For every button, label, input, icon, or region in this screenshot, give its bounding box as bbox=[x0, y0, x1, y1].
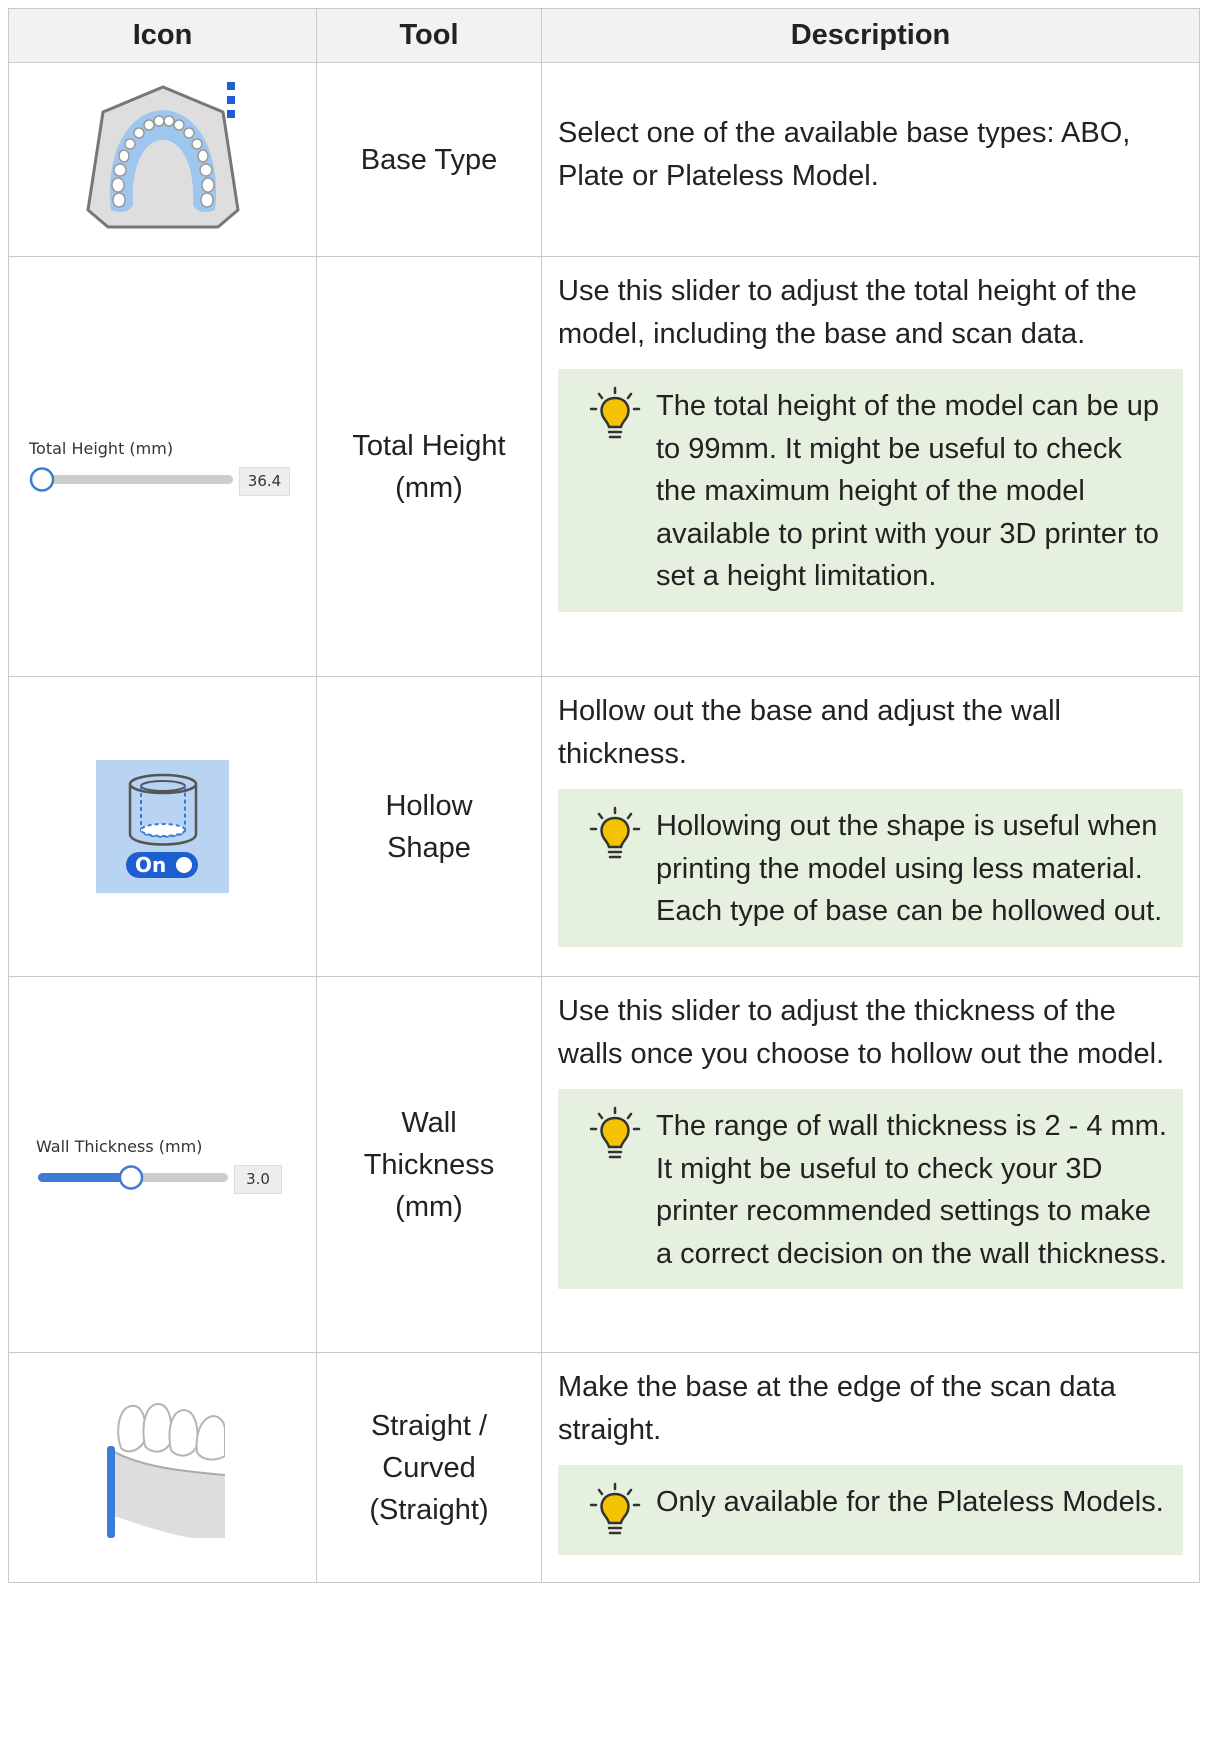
tip-box: Hollowing out the shape is useful when p… bbox=[558, 789, 1183, 947]
hollow-cylinder-icon bbox=[128, 773, 198, 846]
slider-value[interactable]: 3.0 bbox=[234, 1164, 282, 1194]
tip-text: Hollowing out the shape is useful when p… bbox=[656, 810, 1163, 927]
header-icon: Icon bbox=[8, 8, 317, 63]
lightbulb-icon bbox=[589, 1106, 641, 1159]
description-cell: Make the base at the edge of the scan da… bbox=[541, 1352, 1200, 1583]
description-cell: Use this slider to adjust the total heig… bbox=[541, 256, 1200, 677]
slider-value[interactable]: 36.4 bbox=[239, 466, 290, 496]
table-row: Base Type Select one of the available ba… bbox=[8, 62, 1200, 257]
toggle-knob bbox=[176, 857, 192, 873]
tool-name: Straight / Curved (Straight) bbox=[316, 1352, 542, 1583]
description-text: Use this slider to adjust the thickness … bbox=[558, 995, 1165, 1070]
description-cell: Select one of the available base types: … bbox=[541, 62, 1200, 257]
icon-cell: On bbox=[8, 676, 317, 977]
tool-name: Hollow Shape bbox=[316, 676, 542, 977]
description-cell: Use this slider to adjust the thickness … bbox=[541, 976, 1200, 1353]
icon-cell: Total Height (mm) 36.4 bbox=[8, 256, 317, 677]
lightbulb-icon bbox=[589, 1482, 641, 1535]
icon-cell: Wall Thickness (mm) 3.0 bbox=[8, 976, 317, 1353]
header-row: Icon Tool Description bbox=[8, 8, 1200, 63]
slider-track[interactable] bbox=[36, 1163, 232, 1193]
toggle-label: On bbox=[135, 853, 167, 877]
icon-cell bbox=[8, 1352, 317, 1583]
description-text: Hollow out the base and adjust the wall … bbox=[558, 695, 1061, 770]
tip-text: The total height of the model can be up … bbox=[656, 390, 1160, 592]
slider-thumb bbox=[29, 466, 55, 492]
tool-name: Base Type bbox=[316, 62, 542, 257]
tip-text: Only available for the Plateless Models. bbox=[656, 1486, 1164, 1518]
tools-table: Icon Tool Description Base Type Select o… bbox=[8, 8, 1200, 1583]
lightbulb-icon bbox=[589, 806, 641, 859]
table-row: Total Height (mm) 36.4 Total Height (mm)… bbox=[8, 256, 1200, 677]
hollow-shape-toggle-icon[interactable]: On bbox=[96, 760, 229, 893]
tip-text: The range of wall thickness is 2 - 4 mm.… bbox=[656, 1110, 1167, 1270]
description-cell: Hollow out the base and adjust the wall … bbox=[541, 676, 1200, 977]
slider-thumb bbox=[118, 1164, 144, 1190]
slider-label: Total Height (mm) bbox=[29, 438, 174, 458]
table-row: Wall Thickness (mm) 3.0 Wall Thickness (… bbox=[8, 976, 1200, 1353]
wall-thickness-slider-icon[interactable]: Wall Thickness (mm) 3.0 bbox=[36, 1136, 296, 1194]
description-text: Select one of the available base types: … bbox=[558, 117, 1131, 192]
tip-box: The total height of the model can be up … bbox=[558, 369, 1183, 612]
header-tool: Tool bbox=[316, 8, 542, 63]
lightbulb-icon bbox=[589, 386, 641, 439]
table-row: Straight / Curved (Straight) Make the ba… bbox=[8, 1352, 1200, 1583]
description-text: Make the base at the edge of the scan da… bbox=[558, 1371, 1116, 1446]
tip-box: The range of wall thickness is 2 - 4 mm.… bbox=[558, 1089, 1183, 1289]
header-description: Description bbox=[541, 8, 1200, 63]
slider-track[interactable] bbox=[29, 465, 239, 495]
slider-label: Wall Thickness (mm) bbox=[36, 1136, 203, 1156]
total-height-slider-icon[interactable]: Total Height (mm) 36.4 bbox=[29, 438, 299, 496]
tool-name: Wall Thickness (mm) bbox=[316, 976, 542, 1353]
toggle-switch[interactable]: On bbox=[126, 852, 198, 878]
more-options-icon[interactable] bbox=[226, 82, 235, 118]
straight-edge-icon bbox=[106, 1403, 226, 1538]
description-text: Use this slider to adjust the total heig… bbox=[558, 275, 1137, 350]
tip-box: Only available for the Plateless Models. bbox=[558, 1465, 1183, 1555]
tool-name: Total Height (mm) bbox=[316, 256, 542, 677]
straight-edge-marker bbox=[106, 1446, 115, 1538]
table-row: On Hollow Shape Hollow out the base and … bbox=[8, 676, 1200, 977]
icon-cell bbox=[8, 62, 317, 257]
base-type-icon bbox=[86, 82, 239, 229]
